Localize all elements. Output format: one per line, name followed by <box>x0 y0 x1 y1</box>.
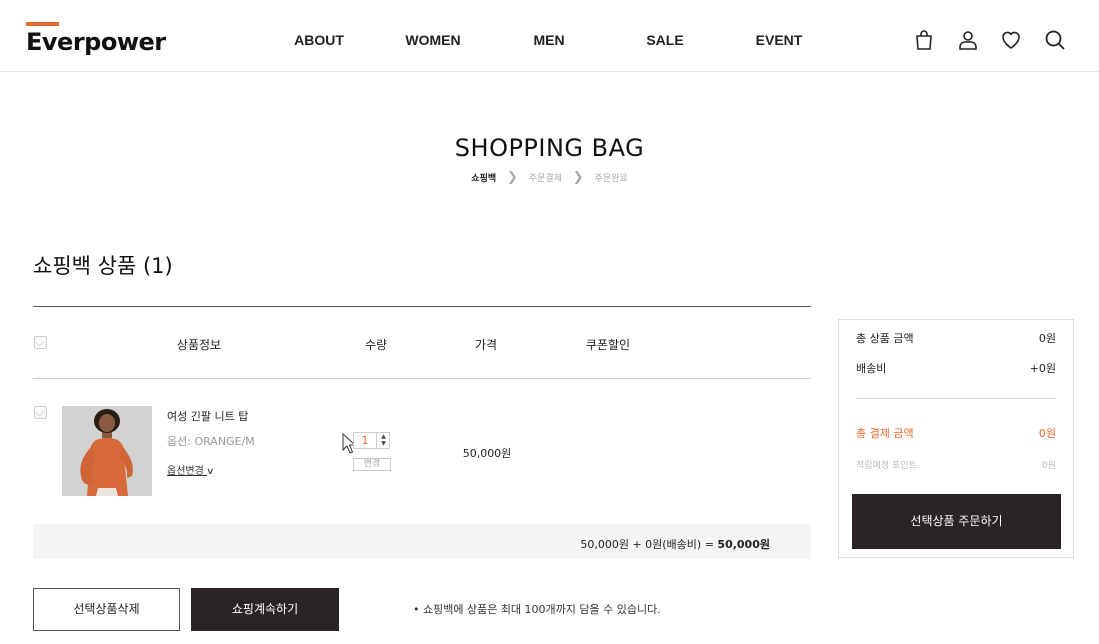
delete-selected-button[interactable]: 선택상품삭제 <box>33 588 180 631</box>
quantity-up-icon[interactable]: ▲ <box>377 433 390 440</box>
product-price: 50,000원 <box>462 447 512 460</box>
page-title: SHOPPING BAG <box>454 134 645 162</box>
nav-men[interactable]: MEN <box>533 32 564 48</box>
shopping-bag-icon[interactable] <box>912 28 936 52</box>
step-payment: 주문결제 <box>528 174 562 184</box>
column-product-info: 상품정보 <box>176 338 222 352</box>
table-row: 여성 긴팔 니트 탑 옵션: ORANGE/M 옵션변경 ∨ 1 ▲ ▼ 변경 … <box>33 379 811 524</box>
total-product-label: 총 상품 금액 <box>856 332 914 345</box>
nav-women[interactable]: WOMEN <box>405 32 460 48</box>
nav-event[interactable]: EVENT <box>756 32 803 48</box>
user-icon[interactable] <box>956 28 980 52</box>
select-all-checkbox[interactable] <box>34 336 47 349</box>
quantity-value[interactable]: 1 <box>358 434 372 447</box>
summary-divider <box>856 398 1056 399</box>
points-value: 0원 <box>1041 461 1056 471</box>
site-header: Everpower ABOUT WOMEN MEN SALE EVENT <box>0 0 1099 72</box>
nav-about[interactable]: ABOUT <box>294 32 344 48</box>
cart-section-title: 쇼핑백 상품 (1) <box>33 254 173 278</box>
cart-summary-formula: 50,000원 + 0원(배송비) = <box>580 538 718 551</box>
heart-icon[interactable] <box>999 28 1023 52</box>
logo-text: Everpower <box>26 28 166 56</box>
step-complete: 주문완료 <box>594 174 628 184</box>
quantity-arrows[interactable]: ▲ ▼ <box>376 433 390 448</box>
column-coupon-discount: 쿠폰할인 <box>585 338 631 352</box>
shipping-label: 배송비 <box>856 362 887 375</box>
cart-limit-notice: • 쇼핑백에 상품은 최대 100개까지 담을 수 있습니다. <box>413 603 661 616</box>
cart-summary-total: 50,000원 <box>717 538 770 551</box>
chevron-right-icon: ❯ <box>507 170 518 185</box>
order-summary-panel: 총 상품 금액 0원 배송비 +0원 총 결제 금액 0원 적립예정 포인트 0… <box>838 319 1074 558</box>
chevron-right-icon: ❯ <box>572 170 584 185</box>
search-icon[interactable] <box>1043 28 1067 52</box>
continue-shopping-button[interactable]: 쇼핑계속하기 <box>191 588 339 631</box>
nav-sale[interactable]: SALE <box>646 32 683 48</box>
chevron-down-icon: ∨ <box>206 467 215 477</box>
quantity-down-icon[interactable]: ▼ <box>377 440 390 447</box>
product-name[interactable]: 여성 긴팔 니트 탑 <box>167 408 248 424</box>
step-cart: 쇼핑백 <box>471 174 497 184</box>
column-price: 가격 <box>474 338 498 352</box>
total-payment-label: 총 결제 금액 <box>856 427 914 440</box>
cart-table-header: 상품정보 수량 가격 쿠폰할인 <box>33 307 811 379</box>
logo-accent-bar <box>26 22 59 26</box>
cart-summary-text: 50,000원 + 0원(배송비) = 50,000원 <box>580 536 770 552</box>
points-label: 적립예정 포인트 <box>856 461 917 471</box>
option-change-link[interactable]: 옵션변경 ∨ <box>167 462 215 477</box>
header-icons <box>915 28 1075 52</box>
column-quantity: 수량 <box>364 338 388 352</box>
item-checkbox[interactable] <box>34 406 47 419</box>
total-product-value: 0원 <box>1038 332 1056 345</box>
total-payment-value: 0원 <box>1038 427 1056 440</box>
product-image[interactable] <box>62 406 152 496</box>
option-change-label: 옵션변경 <box>167 466 204 477</box>
quantity-change-button[interactable]: 변경 <box>353 458 391 471</box>
cart-summary-bar: 50,000원 + 0원(배송비) = 50,000원 <box>33 524 811 559</box>
shipping-value: +0원 <box>1029 362 1056 375</box>
order-selected-button[interactable]: 선택상품 주문하기 <box>852 494 1061 549</box>
checkout-steps: 쇼핑백 ❯ 주문결제 ❯ 주문완료 <box>0 170 1099 185</box>
quantity-stepper[interactable]: 1 ▲ ▼ <box>353 432 390 449</box>
product-option: 옵션: ORANGE/M <box>167 435 255 448</box>
